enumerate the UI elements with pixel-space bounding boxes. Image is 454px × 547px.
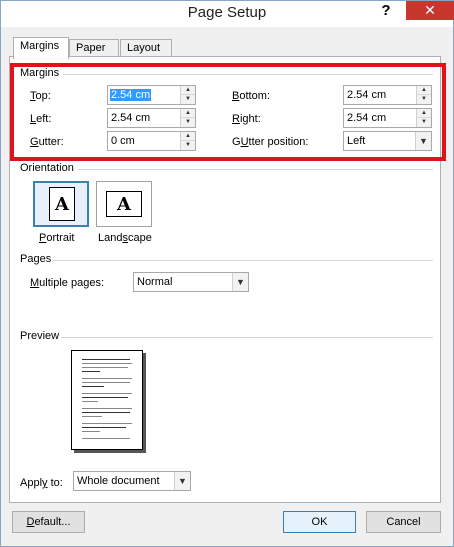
- chevron-down-icon[interactable]: ▼: [232, 273, 248, 291]
- portrait-page-icon: A: [49, 187, 75, 221]
- margins-separator: [63, 74, 433, 75]
- chevron-down-icon[interactable]: ▼: [174, 472, 190, 490]
- pages-separator: [53, 260, 433, 261]
- gutter-value[interactable]: 0 cm: [110, 135, 136, 147]
- close-button[interactable]: ✕: [406, 1, 454, 20]
- ok-button[interactable]: OK: [283, 511, 356, 533]
- bottom-margin-value[interactable]: 2.54 cm: [346, 89, 387, 101]
- spin-up-icon[interactable]: ▲: [417, 86, 431, 95]
- multiple-pages-value: Normal: [137, 276, 173, 288]
- portrait-label: Portrait: [39, 232, 75, 244]
- left-margin-value[interactable]: 2.54 cm: [110, 112, 151, 124]
- cancel-button[interactable]: Cancel: [366, 511, 441, 533]
- top-label: Top:: [30, 90, 51, 102]
- default-button[interactable]: Default...: [12, 511, 85, 533]
- portrait-button[interactable]: A: [33, 181, 89, 227]
- orientation-separator: [79, 169, 433, 170]
- pages-group-label: Pages: [20, 253, 52, 265]
- spin-down-icon[interactable]: ▼: [181, 118, 195, 127]
- right-margin-spinner[interactable]: 2.54 cm ▲ ▼: [343, 108, 432, 128]
- multiple-pages-select[interactable]: Normal ▼: [133, 272, 249, 292]
- gutter-spinner[interactable]: 0 cm ▲ ▼: [107, 131, 196, 151]
- gutter-position-value: Left: [347, 135, 366, 147]
- preview-separator: [61, 337, 433, 338]
- left-label: Left:: [30, 113, 52, 125]
- preview-page-thumbnail: [71, 350, 143, 450]
- spin-up-icon[interactable]: ▲: [181, 86, 195, 95]
- gutter-position-label: GUtter position:: [232, 136, 309, 148]
- gutter-position-select[interactable]: Left ▼: [343, 131, 432, 151]
- apply-to-select[interactable]: Whole document ▼: [73, 471, 191, 491]
- spin-up-icon[interactable]: ▲: [417, 109, 431, 118]
- orientation-group-label: Orientation: [20, 162, 74, 174]
- page-setup-dialog: Page Setup ? ✕ Margins Paper Layout Marg…: [0, 0, 454, 547]
- right-label: Right:: [232, 113, 261, 125]
- gutter-label: Gutter:: [30, 136, 64, 148]
- top-margin-spinner[interactable]: 2.54 cm ▲ ▼: [107, 85, 196, 105]
- landscape-button[interactable]: A: [96, 181, 152, 227]
- chevron-down-icon[interactable]: ▼: [415, 132, 431, 150]
- title-bar: Page Setup ? ✕: [1, 1, 454, 27]
- bottom-margin-spinner[interactable]: 2.54 cm ▲ ▼: [343, 85, 432, 105]
- landscape-page-icon: A: [106, 191, 142, 217]
- spin-down-icon[interactable]: ▼: [181, 141, 195, 150]
- multiple-pages-label: Multiple pages:: [30, 277, 104, 289]
- right-margin-value[interactable]: 2.54 cm: [346, 112, 387, 124]
- margins-group-label: Margins: [20, 67, 60, 79]
- tab-margins[interactable]: Margins: [13, 37, 69, 59]
- bottom-label: Bottom:: [232, 90, 270, 102]
- apply-to-value: Whole document: [77, 475, 160, 487]
- spin-down-icon[interactable]: ▼: [417, 118, 431, 127]
- help-button[interactable]: ?: [377, 2, 395, 20]
- landscape-label: Landscape: [98, 232, 152, 244]
- spin-up-icon[interactable]: ▲: [181, 109, 195, 118]
- spin-down-icon[interactable]: ▼: [181, 95, 195, 104]
- left-margin-spinner[interactable]: 2.54 cm ▲ ▼: [107, 108, 196, 128]
- preview-group-label: Preview: [20, 330, 60, 342]
- apply-to-label: Apply to:: [20, 477, 63, 489]
- spin-up-icon[interactable]: ▲: [181, 132, 195, 141]
- top-margin-value[interactable]: 2.54 cm: [110, 89, 152, 101]
- spin-down-icon[interactable]: ▼: [417, 95, 431, 104]
